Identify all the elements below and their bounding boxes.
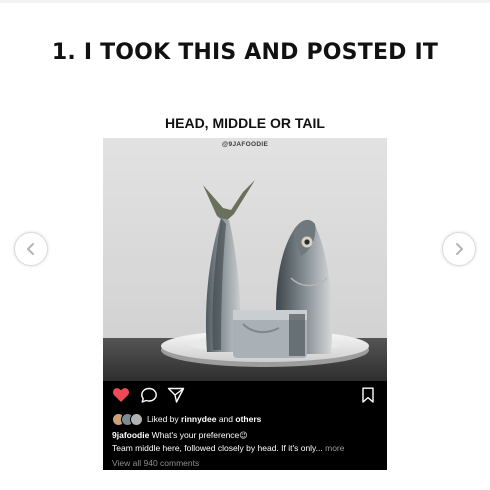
- wink-emoji: 😉: [239, 431, 248, 440]
- likes-middle: and: [216, 414, 236, 424]
- caption-line2-text: Team middle here, followed closely by he…: [112, 443, 326, 453]
- post-photo[interactable]: [103, 138, 387, 381]
- post-action-bar: [103, 381, 387, 409]
- likes-summary: Liked by rinnydee and others: [112, 412, 261, 426]
- previous-slide-button[interactable]: [14, 232, 48, 266]
- comment-icon[interactable]: [140, 387, 158, 403]
- chevron-right-icon: [456, 243, 463, 255]
- likes-text: Liked by rinnydee and others: [147, 414, 261, 424]
- watermark-text: @9JAFOODIE: [221, 141, 269, 148]
- caption-text: What's your preference: [149, 430, 240, 440]
- slide-title: 1. I TOOK THIS AND POSTED IT: [51, 40, 439, 65]
- caption-continuation: Team middle here, followed closely by he…: [112, 443, 345, 453]
- post-caption: 9jafoodie What's your preference😉: [112, 430, 248, 440]
- chevron-left-icon: [27, 243, 34, 255]
- heart-icon[interactable]: [112, 387, 130, 403]
- post-image-title: HEAD, MIDDLE OR TAIL: [165, 115, 325, 131]
- instagram-post: @9JAFOODIE Liked by rinnydee and others …: [103, 138, 387, 470]
- likes-others-link[interactable]: others: [235, 414, 261, 424]
- bookmark-icon[interactable]: [360, 387, 376, 403]
- likes-prefix: Liked by: [147, 414, 182, 424]
- caption-more-link[interactable]: more: [325, 443, 344, 453]
- avatar: [130, 412, 143, 426]
- caption-username[interactable]: 9jafoodie: [112, 430, 149, 440]
- next-slide-button[interactable]: [442, 232, 476, 266]
- view-comments-link[interactable]: View all 940 comments: [112, 458, 199, 468]
- top-divider: [0, 0, 490, 3]
- share-icon[interactable]: [167, 387, 185, 403]
- liker-avatars: [112, 412, 143, 426]
- liker-username[interactable]: rinnydee: [181, 414, 216, 424]
